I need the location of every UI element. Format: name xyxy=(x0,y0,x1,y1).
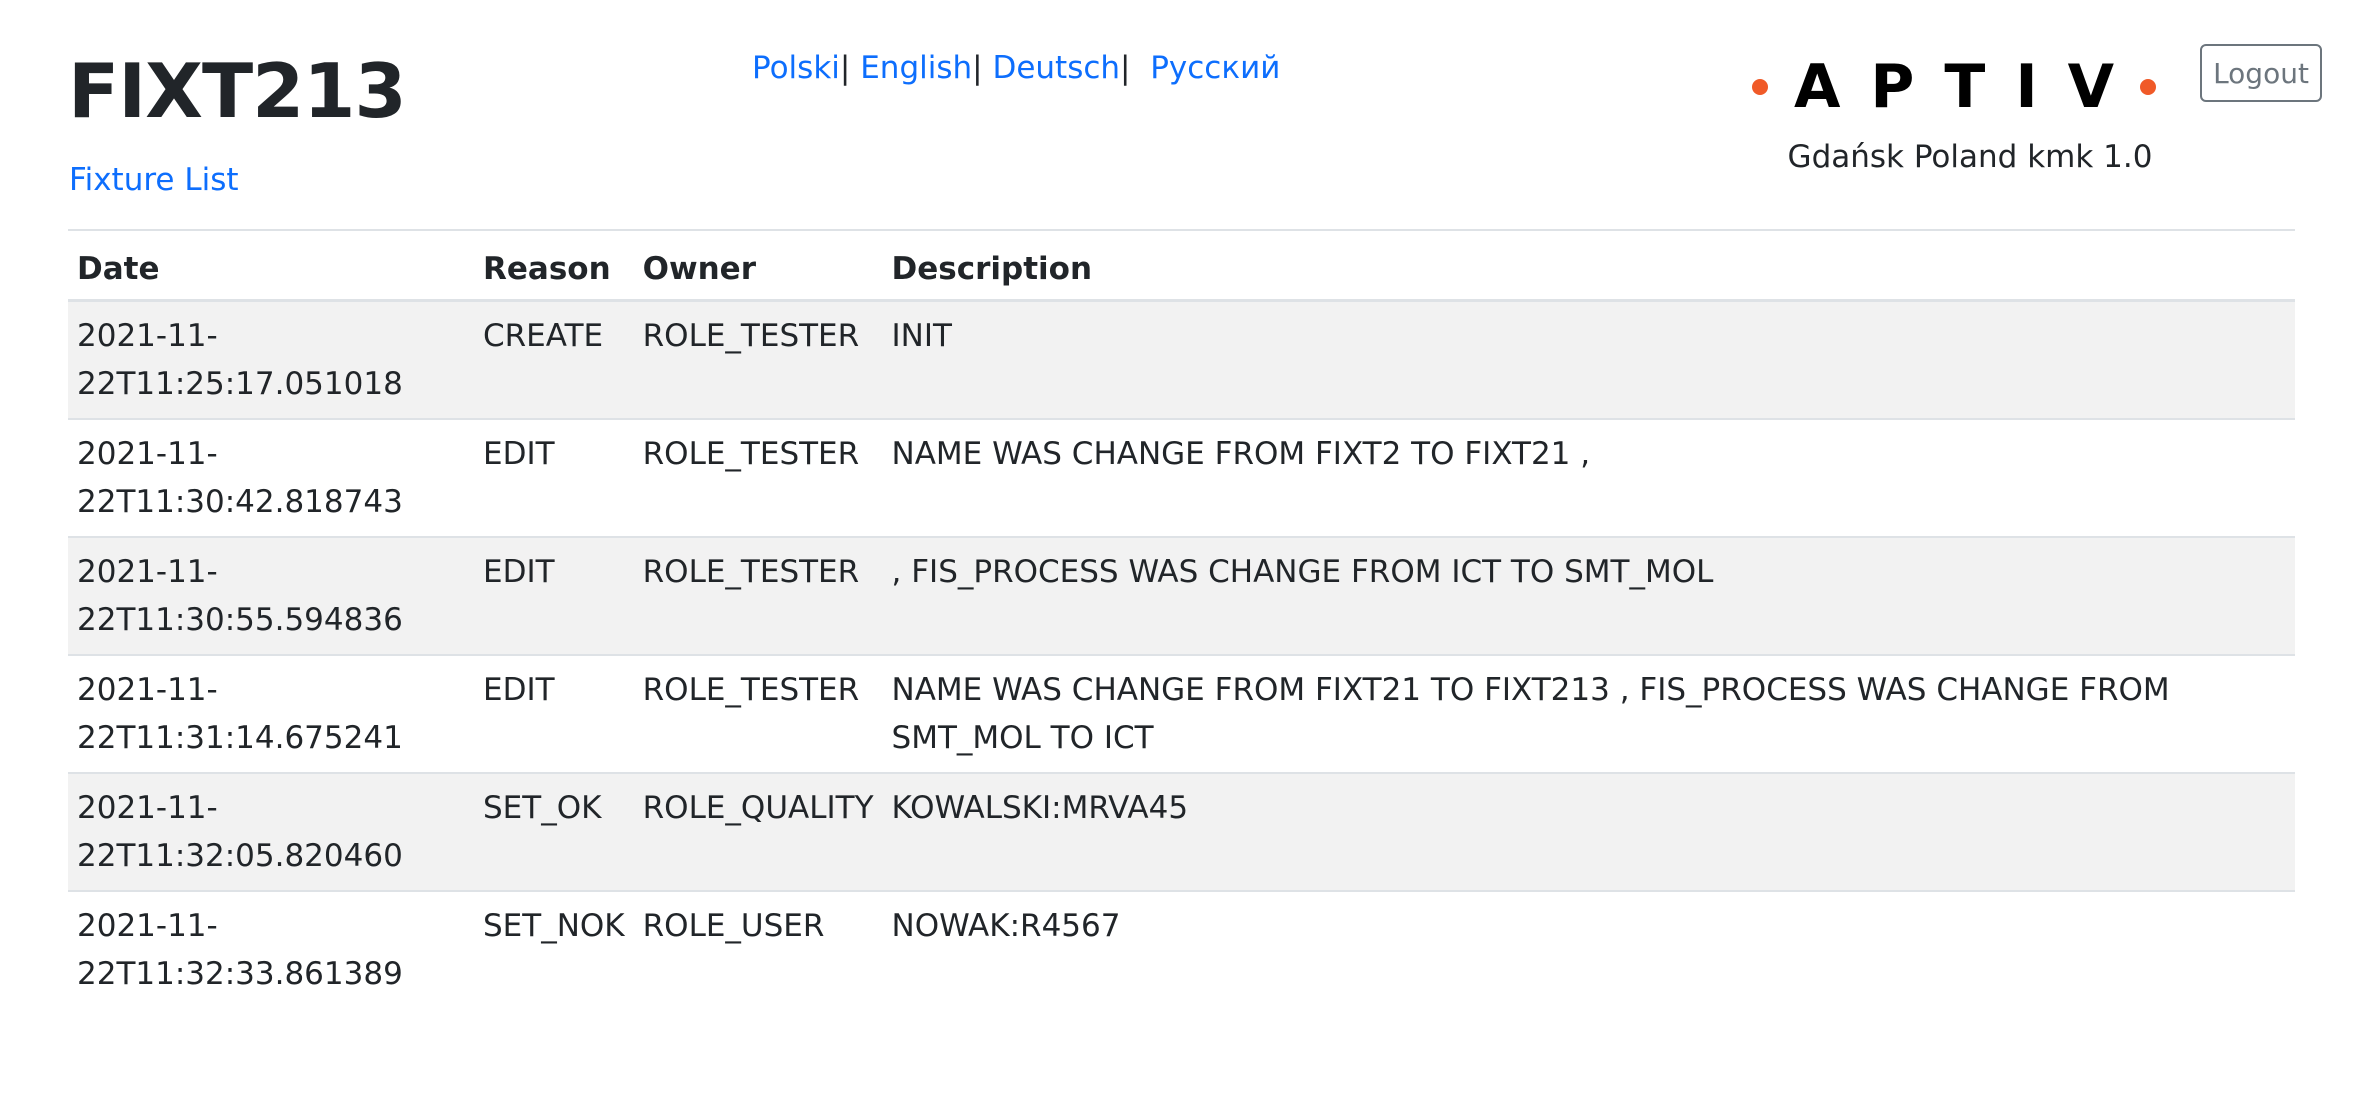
description-cell: KOWALSKI:MRVA45 xyxy=(882,772,2295,891)
language-link-deutsch[interactable]: Deutsch xyxy=(992,50,1120,86)
language-switcher: Polski| English| Deutsch| Русский xyxy=(752,50,1280,87)
owner-cell: ROLE_QUALITY xyxy=(633,772,883,891)
reason-cell: SET_OK xyxy=(474,772,634,891)
history-table: Date Reason Owner Description 2021-11- 22… xyxy=(68,229,2295,1008)
table-row: 2021-11- 22T11:30:42.818743 EDIT ROLE_TES… xyxy=(68,418,2295,537)
date-part: 2021-11- xyxy=(77,908,218,944)
column-header-reason: Reason xyxy=(474,229,634,302)
column-header-owner: Owner xyxy=(633,229,883,302)
language-separator: | xyxy=(839,50,851,86)
table-row: 2021-11- 22T11:31:14.675241 EDIT ROLE_TES… xyxy=(68,654,2295,773)
date-part: 22T11:25:17.051018 xyxy=(77,366,403,402)
date-part: 22T11:30:42.818743 xyxy=(77,484,403,520)
date-cell: 2021-11- 22T11:30:42.818743 xyxy=(68,418,474,537)
date-cell: 2021-11- 22T11:30:55.594836 xyxy=(68,536,474,655)
language-link-polski[interactable]: Polski xyxy=(752,50,840,86)
date-part: 2021-11- xyxy=(77,318,218,354)
language-separator: | xyxy=(972,50,983,86)
site-info: Gdańsk Poland kmk 1.0 xyxy=(1787,139,2153,175)
reason-cell: SET_NOK xyxy=(474,890,634,1008)
date-part: 2021-11- xyxy=(77,436,218,472)
description-cell: NAME WAS CHANGE FROM FIXT21 TO FIXT213 ,… xyxy=(882,654,2295,773)
reason-cell: EDIT xyxy=(474,654,634,773)
date-part: 22T11:30:55.594836 xyxy=(77,602,403,638)
date-part: 22T11:32:33.861389 xyxy=(77,956,403,992)
owner-cell: ROLE_TESTER xyxy=(633,418,883,537)
reason-cell: EDIT xyxy=(474,418,634,537)
table-row: 2021-11- 22T11:32:33.861389 SET_NOK ROLE_… xyxy=(68,890,2295,1008)
table-row: 2021-11- 22T11:25:17.051018 CREATE ROLE_T… xyxy=(68,299,2295,419)
table-row: 2021-11- 22T11:30:55.594836 EDIT ROLE_TES… xyxy=(68,536,2295,655)
logo-left-dot-icon xyxy=(1752,79,1768,95)
owner-cell: ROLE_TESTER xyxy=(633,654,883,773)
date-cell: 2021-11- 22T11:32:33.861389 xyxy=(68,890,474,1008)
date-part: 22T11:32:05.820460 xyxy=(77,838,403,874)
column-header-description: Description xyxy=(882,229,2295,302)
description-cell: , FIS_PROCESS WAS CHANGE FROM ICT TO SMT… xyxy=(882,536,2295,655)
date-part: 2021-11- xyxy=(77,672,218,708)
reason-cell: CREATE xyxy=(474,299,634,419)
table-row: 2021-11- 22T11:32:05.820460 SET_OK ROLE_Q… xyxy=(68,772,2295,891)
fixture-list-link[interactable]: Fixture List xyxy=(69,162,239,199)
page-title: FIXT213 xyxy=(68,47,407,135)
logo-right-dot-icon xyxy=(2140,79,2157,95)
language-link-english[interactable]: English xyxy=(860,50,972,86)
language-separator: | xyxy=(1120,50,1131,86)
column-header-date: Date xyxy=(68,229,474,302)
date-cell: 2021-11- 22T11:25:17.051018 xyxy=(68,299,474,419)
aptiv-logo: APTIV xyxy=(1752,52,2157,122)
language-link-russian[interactable]: Русский xyxy=(1150,50,1280,86)
description-cell: INIT xyxy=(882,299,2295,419)
date-part: 2021-11- xyxy=(77,790,218,826)
description-cell: NOWAK:R4567 xyxy=(882,890,2295,1008)
logout-button[interactable]: Logout xyxy=(2200,44,2322,102)
logo-wordmark: APTIV xyxy=(1794,52,2145,122)
owner-cell: ROLE_USER xyxy=(633,890,883,1008)
owner-cell: ROLE_TESTER xyxy=(633,536,883,655)
date-part: 22T11:31:14.675241 xyxy=(77,720,403,756)
table-header-row: Date Reason Owner Description xyxy=(68,229,2295,302)
owner-cell: ROLE_TESTER xyxy=(633,299,883,419)
description-cell: NAME WAS CHANGE FROM FIXT2 TO FIXT21 , xyxy=(882,418,2295,537)
date-cell: 2021-11- 22T11:32:05.820460 xyxy=(68,772,474,891)
date-part: 2021-11- xyxy=(77,554,218,590)
date-cell: 2021-11- 22T11:31:14.675241 xyxy=(68,654,474,773)
reason-cell: EDIT xyxy=(474,536,634,655)
